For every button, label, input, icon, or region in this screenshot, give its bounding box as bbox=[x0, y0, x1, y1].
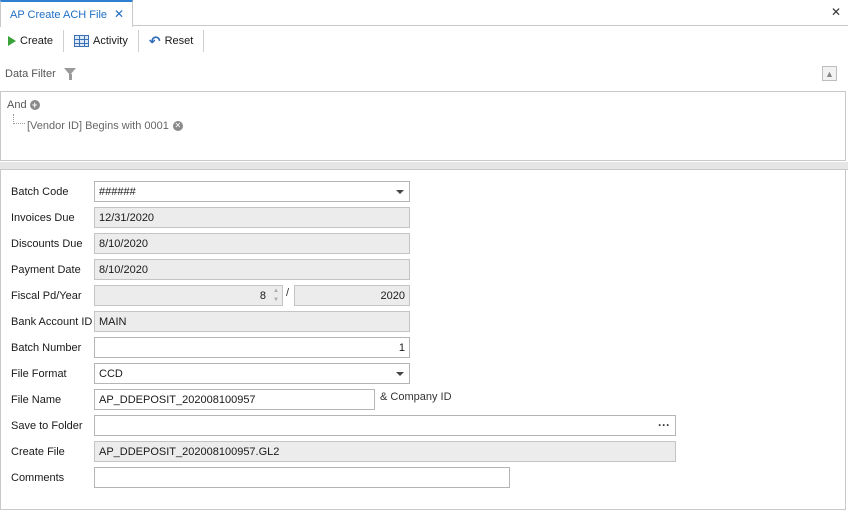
discounts-due-field[interactable]: 8/10/2020 bbox=[94, 233, 410, 254]
toolbar-separator bbox=[203, 30, 205, 52]
filter-panel: And + [Vendor ID] Begins with 0001 ✕ bbox=[0, 91, 846, 161]
batch-code-value: ###### bbox=[99, 185, 136, 198]
batch-code-label: Batch Code bbox=[11, 186, 69, 198]
browse-folder-icon[interactable]: ··· bbox=[658, 419, 670, 431]
bank-account-id-field[interactable]: MAIN bbox=[94, 311, 410, 332]
panel-splitter[interactable] bbox=[0, 162, 848, 170]
save-to-folder-input[interactable]: ··· bbox=[94, 415, 676, 436]
file-name-input[interactable]: AP_DDEPOSIT_202008100957 bbox=[94, 389, 375, 410]
fiscal-separator: / bbox=[286, 287, 290, 299]
comments-input[interactable] bbox=[94, 467, 510, 488]
tree-connector bbox=[13, 114, 25, 124]
funnel-icon[interactable] bbox=[63, 67, 76, 81]
batch-number-field[interactable]: 1 bbox=[94, 337, 410, 358]
remove-condition-icon[interactable]: ✕ bbox=[172, 121, 183, 131]
payment-date-value: 8/10/2020 bbox=[99, 263, 148, 276]
file-name-value: AP_DDEPOSIT_202008100957 bbox=[99, 393, 256, 406]
file-name-note: & Company ID bbox=[380, 391, 452, 403]
data-filter-header: Data Filter ▲ bbox=[0, 62, 848, 86]
arrow-up-icon: ▲ bbox=[825, 68, 834, 79]
file-name-label: File Name bbox=[11, 394, 62, 406]
chevron-down-icon bbox=[396, 190, 404, 194]
discounts-due-value: 8/10/2020 bbox=[99, 237, 148, 250]
invoices-due-field[interactable]: 12/31/2020 bbox=[94, 207, 410, 228]
reset-button[interactable]: ↶ Reset bbox=[143, 30, 199, 52]
toolbar-separator bbox=[137, 30, 139, 52]
create-file-label: Create File bbox=[11, 446, 65, 458]
add-condition-icon[interactable]: + bbox=[29, 100, 40, 110]
activity-button-label: Activity bbox=[93, 35, 128, 47]
toolbar-separator bbox=[63, 30, 65, 52]
tab-bar: AP Create ACH File ✕ ✕ bbox=[0, 0, 848, 27]
stepper-down-icon[interactable]: ▼ bbox=[273, 297, 279, 303]
file-format-value: CCD bbox=[99, 367, 123, 380]
fiscal-pd-year-label: Fiscal Pd/Year bbox=[11, 290, 82, 302]
create-file-field[interactable]: AP_DDEPOSIT_202008100957.GL2 bbox=[94, 441, 676, 462]
bank-account-id-label: Bank Account ID bbox=[11, 316, 93, 328]
batch-code-select[interactable]: ###### bbox=[94, 181, 410, 202]
payment-date-label: Payment Date bbox=[11, 264, 81, 276]
batch-number-value: 1 bbox=[398, 341, 405, 354]
file-format-select[interactable]: CCD bbox=[94, 363, 410, 384]
comments-label: Comments bbox=[11, 472, 65, 484]
fiscal-year-value: 2020 bbox=[380, 289, 405, 302]
payment-date-field[interactable]: 8/10/2020 bbox=[94, 259, 410, 280]
window-close-icon[interactable]: ✕ bbox=[831, 5, 841, 19]
discounts-due-label: Discounts Due bbox=[11, 238, 83, 250]
undo-icon: ↶ bbox=[148, 33, 161, 49]
create-button-label: Create bbox=[20, 35, 54, 47]
fiscal-year-field[interactable]: 2020 bbox=[294, 285, 410, 306]
tab-close-icon[interactable]: ✕ bbox=[114, 7, 124, 21]
create-button[interactable]: Create bbox=[0, 30, 59, 52]
stepper-up-icon[interactable]: ▲ bbox=[273, 288, 279, 294]
create-file-value: AP_DDEPOSIT_202008100957.GL2 bbox=[99, 445, 280, 458]
invoices-due-value: 12/31/2020 bbox=[99, 211, 155, 224]
ach-form: Batch Code ###### Invoices Due 12/31/202… bbox=[0, 170, 846, 510]
batch-number-label: Batch Number bbox=[11, 342, 82, 354]
filter-condition-text: [Vendor ID] Begins with 0001 bbox=[27, 120, 169, 132]
file-format-label: File Format bbox=[11, 368, 67, 380]
data-filter-label: Data Filter bbox=[5, 68, 56, 80]
filter-operator-label: And bbox=[7, 99, 27, 111]
invoices-due-label: Invoices Due bbox=[11, 212, 75, 224]
chevron-down-icon bbox=[396, 372, 404, 376]
reset-button-label: Reset bbox=[164, 35, 194, 47]
stepper-arrows[interactable]: ▲ ▼ bbox=[270, 286, 282, 305]
fiscal-period-stepper[interactable]: 8 ▲ ▼ bbox=[94, 285, 283, 306]
fiscal-period-value: 8 bbox=[259, 289, 266, 302]
activity-button[interactable]: Activity bbox=[68, 30, 134, 52]
bank-account-id-value: MAIN bbox=[99, 315, 127, 328]
collapse-filter-button[interactable]: ▲ bbox=[822, 66, 837, 81]
play-icon bbox=[8, 36, 16, 46]
filter-condition[interactable]: [Vendor ID] Begins with 0001 ✕ bbox=[27, 120, 183, 132]
save-to-folder-label: Save to Folder bbox=[11, 420, 83, 432]
grid-icon bbox=[74, 35, 90, 47]
filter-root-operator[interactable]: And + bbox=[7, 99, 40, 111]
tab-ap-create-ach-file[interactable]: AP Create ACH File ✕ bbox=[0, 0, 133, 27]
toolbar: Create Activity ↶ Reset bbox=[0, 27, 848, 55]
tab-title: AP Create ACH File bbox=[10, 8, 108, 21]
